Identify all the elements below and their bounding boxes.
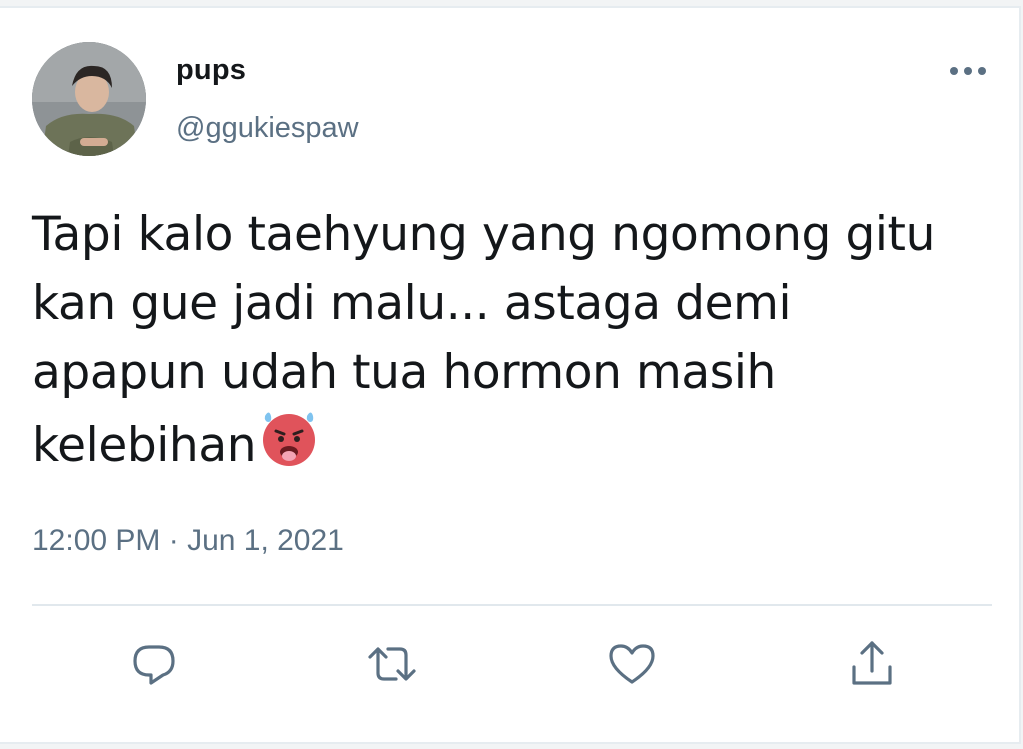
- divider: [32, 604, 992, 606]
- tweet-text-last-line: kelebihan: [32, 407, 992, 480]
- tweet-text-line: apapun udah tua hormon masih: [32, 345, 776, 400]
- display-name[interactable]: pups: [176, 54, 246, 87]
- username-handle[interactable]: @ggukiespaw: [176, 112, 359, 145]
- tweet-text-line: kelebihan: [32, 418, 257, 473]
- hot-face-emoji-icon: [258, 407, 320, 469]
- retweet-arrows-icon: [368, 647, 416, 681]
- tweet-text: Tapi kalo taehyung yang ngomong gitu kan…: [32, 200, 992, 480]
- share-upload-icon: [852, 641, 892, 685]
- tweet-card: pups @ggukiespaw Tapi kalo taehyung yang…: [0, 6, 1021, 744]
- reply-button[interactable]: [128, 638, 180, 690]
- tweet-text-line: Tapi kalo taehyung yang ngomong gitu: [32, 207, 935, 262]
- speech-bubble-icon: [133, 645, 175, 685]
- share-button[interactable]: [846, 638, 898, 690]
- tweet-text-line: kan gue jadi malu... astaga demi: [32, 276, 792, 331]
- more-options-icon[interactable]: [944, 56, 992, 86]
- like-button[interactable]: [606, 638, 658, 690]
- tweet-timestamp[interactable]: 12:00 PM · Jun 1, 2021: [32, 524, 344, 558]
- avatar[interactable]: [32, 42, 146, 156]
- retweet-button[interactable]: [366, 638, 418, 690]
- heart-icon: [609, 644, 655, 684]
- avatar-photo: [32, 42, 146, 156]
